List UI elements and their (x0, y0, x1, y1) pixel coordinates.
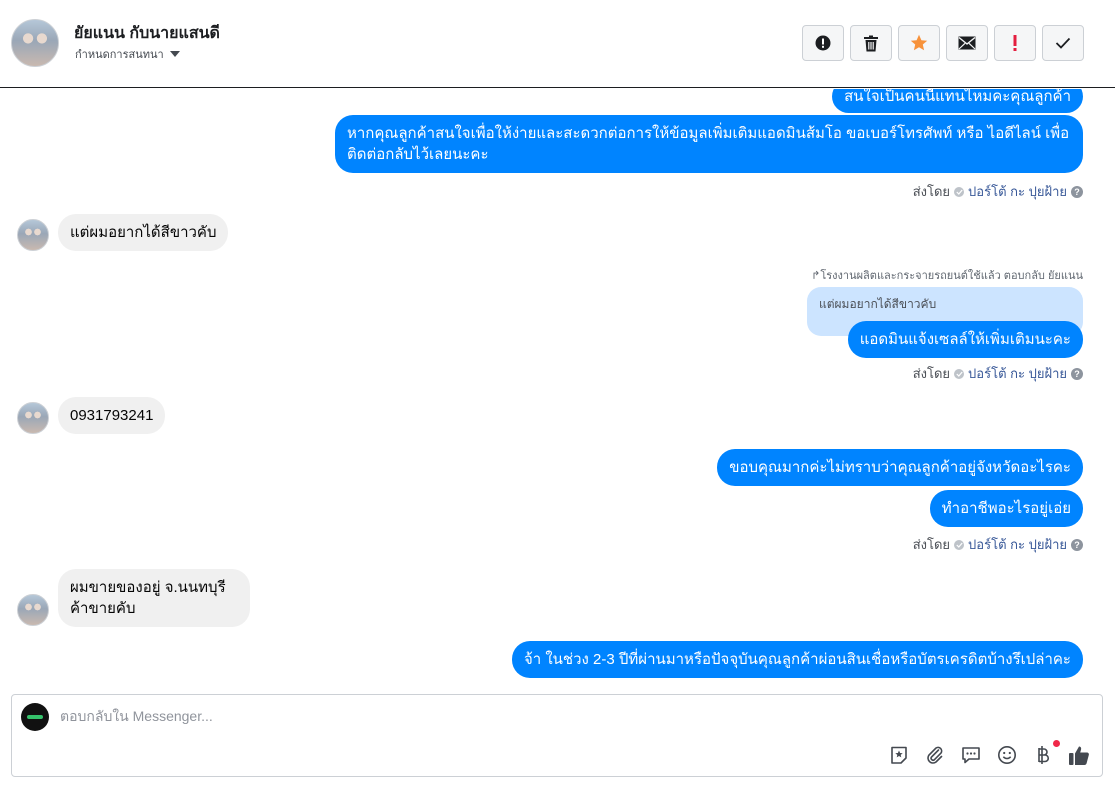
message-incoming[interactable]: 0931793241 (58, 397, 166, 434)
sender-name[interactable]: ปอร์โต้ กะ ปุยฝ้าย (968, 534, 1067, 555)
help-icon[interactable]: ? (1071, 367, 1083, 380)
delete-button[interactable] (850, 25, 892, 61)
help-icon[interactable]: ? (1071, 185, 1083, 198)
attach-button[interactable] (923, 743, 946, 766)
reply-composer (11, 694, 1103, 777)
sent-by-info: ส่งโดย ปอร์โต้ กะ ปุยฝ้าย ? (913, 181, 1083, 202)
sticker-button[interactable] (887, 743, 910, 766)
sent-by-label: ส่งโดย (912, 537, 951, 552)
contact-avatar-small[interactable] (17, 402, 49, 434)
conversation-settings-dropdown[interactable]: กำหนดการสนทนา (75, 45, 180, 63)
emoji-button[interactable] (995, 743, 1018, 766)
mark-done-button[interactable] (1042, 25, 1084, 61)
message-outgoing[interactable]: ขอบคุณมากค่ะไม่ทราบว่าคุณลูกค้าอยู่จังหว… (717, 449, 1083, 486)
contact-avatar-small[interactable] (17, 594, 49, 626)
mark-unread-button[interactable] (946, 25, 988, 61)
like-icon (1068, 746, 1089, 765)
sent-by-info: ส่งโดย ปอร์โต้ กะ ปุยฝ้าย ? (913, 363, 1083, 384)
exclamation-icon (1013, 35, 1017, 51)
star-icon (910, 34, 928, 51)
conversation-header: ยัยแนน กับนายแสนดี กำหนดการสนทนา (0, 0, 1115, 88)
like-button[interactable] (1067, 743, 1090, 766)
reply-context-note: ↱โรงงานผลิตและกระจายรถยนต์ใช้แล้ว ตอบกลั… (811, 270, 1083, 282)
contact-name[interactable]: ยัยแนน กับนายแสนดี (74, 21, 220, 46)
sticker-icon (890, 746, 907, 764)
message-outgoing[interactable]: แอดมินแจ้งเซลล์ให้เพิ่มเติมนะคะ (847, 321, 1083, 358)
contact-avatar-small[interactable] (17, 219, 49, 251)
spam-icon (815, 35, 831, 51)
reply-input[interactable] (60, 708, 960, 724)
header-actions (802, 25, 1084, 61)
payment-button[interactable] (1031, 740, 1060, 766)
message-outgoing[interactable]: หากคุณลูกค้าสนใจเพื่อให้ง่ายและสะดวกต่อก… (335, 115, 1083, 173)
follow-up-button[interactable] (994, 25, 1036, 61)
message-thread[interactable]: สนใจเป็นคนนี้แทนไหมคะคุณลูกค้า หากคุณลูก… (0, 89, 1115, 689)
sender-name[interactable]: ปอร์โต้ กะ ปุยฝ้าย (968, 181, 1067, 202)
verified-icon (954, 186, 965, 197)
sent-by-label: ส่งโดย (912, 184, 951, 199)
check-icon (1055, 37, 1071, 49)
attachment-icon (926, 746, 942, 764)
message-outgoing[interactable]: จ้า ในช่วง 2-3 ปีที่ผ่านมาหรือปัจจุบันคุ… (511, 641, 1083, 678)
contact-avatar[interactable] (11, 19, 59, 67)
page-avatar (21, 703, 49, 731)
sender-name[interactable]: ปอร์โต้ กะ ปุยฝ้าย (968, 363, 1067, 384)
message-outgoing[interactable]: สนใจเป็นคนนี้แทนไหมคะคุณลูกค้า (832, 89, 1083, 113)
verified-icon (954, 368, 965, 379)
sent-by-info: ส่งโดย ปอร์โต้ กะ ปุยฝ้าย ? (913, 534, 1083, 555)
conversation-settings-label: กำหนดการสนทนา (75, 49, 164, 61)
sent-by-label: ส่งโดย (912, 366, 951, 381)
message-incoming[interactable]: แต่ผมอยากได้สีขาวคับ (58, 214, 229, 251)
message-incoming[interactable]: ผมขายของอยู่ จ.นนทบุรี ค้าขายคับ (58, 569, 250, 627)
star-button[interactable] (898, 25, 940, 61)
emoji-icon (997, 745, 1016, 764)
mark-spam-button[interactable] (802, 25, 844, 61)
trash-icon (864, 35, 878, 51)
saved-replies-button[interactable] (959, 743, 982, 766)
message-outgoing[interactable]: ทำอาชีพอะไรอยู่เอ่ย (929, 490, 1083, 527)
envelope-icon (958, 36, 976, 50)
payment-icon (1037, 745, 1049, 764)
notification-dot (1053, 740, 1060, 747)
saved-replies-icon (961, 746, 980, 763)
verified-icon (954, 539, 965, 550)
help-icon[interactable]: ? (1071, 538, 1083, 551)
caret-down-icon (169, 51, 180, 57)
composer-tools (887, 740, 1090, 766)
